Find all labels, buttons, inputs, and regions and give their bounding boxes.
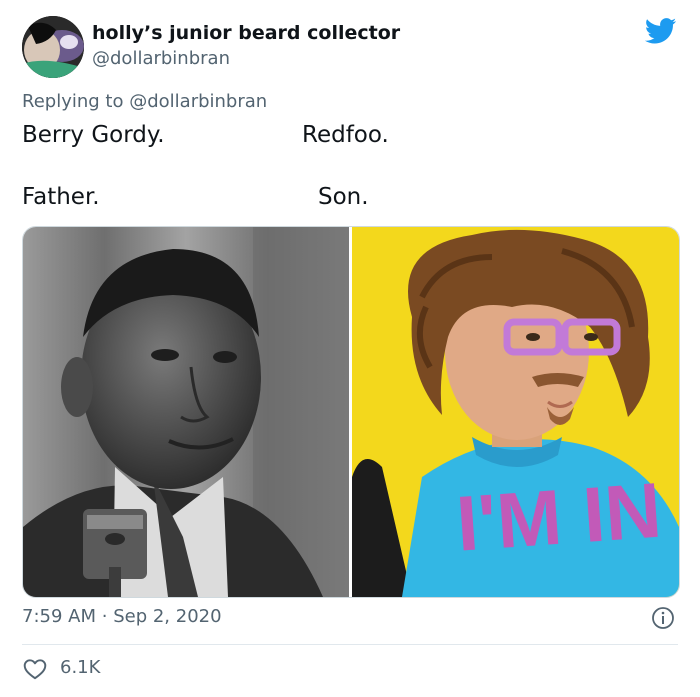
tweet-text-right-name: Redfoo. <box>302 122 389 148</box>
replying-to-line: Replying to @dollarbinbran <box>22 91 267 112</box>
tweet-timestamp[interactable]: 7:59 AM · Sep 2, 2020 <box>22 606 222 627</box>
author-handle[interactable]: @dollarbinbran <box>92 48 230 69</box>
tweet-time: 7:59 AM <box>22 606 96 627</box>
tweet-date: Sep 2, 2020 <box>113 606 222 627</box>
replying-to-label: Replying to <box>22 91 124 112</box>
shirt-text: I'M IN <box>454 466 665 568</box>
author-avatar[interactable] <box>22 16 84 78</box>
avatar-image <box>22 16 84 78</box>
info-icon[interactable] <box>651 606 675 630</box>
reply-mention-link[interactable]: @dollarbinbran <box>129 91 267 112</box>
photo-berry-gordy[interactable] <box>23 227 349 597</box>
timestamp-separator: · <box>101 606 108 627</box>
heart-icon[interactable] <box>22 656 48 682</box>
author-display-name[interactable]: holly’s junior beard collector <box>92 22 400 44</box>
tweet-text-left-name: Berry Gordy. <box>22 122 165 148</box>
photo-redfoo[interactable]: I'M IN <box>352 227 679 597</box>
divider <box>22 644 678 645</box>
like-count: 6.1K <box>60 657 101 678</box>
twitter-bird-icon[interactable] <box>645 18 677 44</box>
tweet-text-left-relation: Father. <box>22 184 100 210</box>
tweet-text-right-relation: Son. <box>318 184 369 210</box>
tweet-media[interactable]: I'M IN <box>22 226 680 598</box>
